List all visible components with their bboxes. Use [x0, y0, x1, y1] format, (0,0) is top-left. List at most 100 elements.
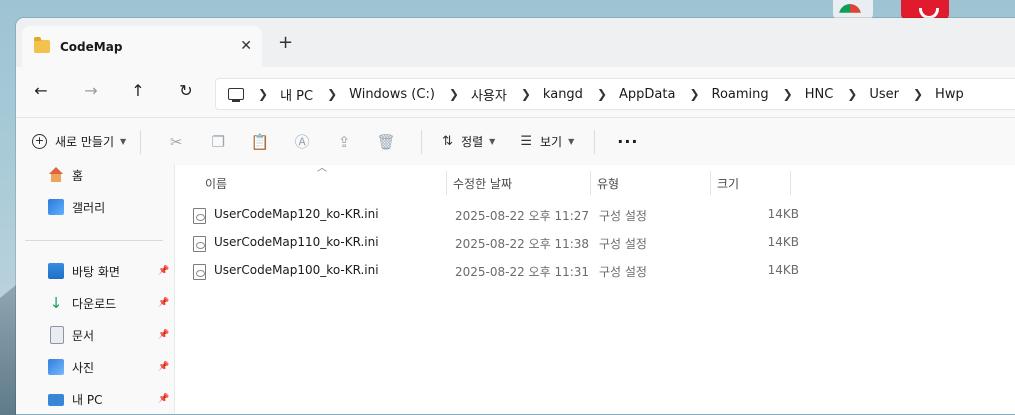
- sidebar-item-home[interactable]: 홈: [48, 165, 83, 185]
- breadcrumb-kangd[interactable]: kangd: [543, 87, 583, 102]
- cut-icon[interactable]: ✂: [165, 131, 187, 153]
- file-size: 14KB: [767, 207, 799, 221]
- column-divider[interactable]: [790, 171, 791, 195]
- toolbar-divider: [421, 129, 423, 154]
- up-button[interactable]: ↑: [128, 81, 148, 100]
- desktop-wallpaper: [0, 285, 16, 415]
- sidebar-item-label: 홈: [72, 168, 84, 183]
- column-divider[interactable]: [446, 171, 447, 195]
- refresh-button[interactable]: ↻: [176, 81, 196, 100]
- file-size: 14KB: [767, 235, 799, 249]
- column-header-date[interactable]: 수정한 날짜: [453, 175, 512, 197]
- tab-title: CodeMap: [60, 39, 123, 54]
- sidebar-item-pictures[interactable]: 사진: [48, 357, 94, 377]
- ini-file-icon: [193, 236, 206, 252]
- column-divider[interactable]: [710, 171, 711, 195]
- chevron-right-icon[interactable]: ❯: [327, 87, 337, 101]
- breadcrumb-my-pc[interactable]: 내 PC: [280, 85, 313, 104]
- file-name: UserCodeMap110_ko-KR.ini: [214, 235, 379, 249]
- sidebar-item-label: 갤러리: [72, 200, 106, 215]
- file-name: UserCodeMap100_ko-KR.ini: [214, 263, 379, 277]
- view-button[interactable]: ☰ 보기 ▼: [520, 133, 574, 150]
- computer-icon: [48, 394, 64, 406]
- pin-icon[interactable]: 📌: [158, 362, 169, 372]
- sidebar-divider: [25, 240, 163, 241]
- file-explorer-window: CodeMap ✕ + ← → ↑ ↻ ❯ 내 PC ❯ Windows (C:…: [16, 18, 1015, 414]
- sort-button[interactable]: ⇅ 정렬 ▼: [442, 133, 495, 150]
- delete-icon[interactable]: 🗑: [375, 131, 397, 153]
- sort-ascending-icon: ︿: [317, 163, 327, 174]
- desktop-chrome-icon[interactable]: [833, 0, 873, 20]
- document-icon: [50, 326, 64, 344]
- sidebar-item-desktop[interactable]: 바탕 화면: [48, 261, 120, 281]
- chevron-right-icon[interactable]: ❯: [597, 87, 607, 101]
- breadcrumb-users[interactable]: 사용자: [471, 85, 507, 104]
- breadcrumb-windows-c[interactable]: Windows (C:): [349, 87, 435, 102]
- new-tab-button[interactable]: +: [278, 32, 293, 53]
- back-button[interactable]: ←: [31, 81, 51, 100]
- chevron-down-icon: ▼: [120, 137, 127, 146]
- chevron-right-icon[interactable]: ❯: [449, 87, 459, 101]
- ini-file-icon: [193, 208, 206, 224]
- column-header-size[interactable]: 크기: [717, 175, 739, 197]
- sidebar-item-gallery[interactable]: 갤러리: [48, 197, 105, 217]
- column-header-type[interactable]: 유형: [597, 175, 619, 197]
- navigation-bar: ← → ↑ ↻ ❯ 내 PC ❯ Windows (C:) ❯ 사용자 ❯ ka…: [16, 67, 1015, 118]
- title-bar: CodeMap ✕ +: [16, 18, 1015, 67]
- chevron-right-icon[interactable]: ❯: [689, 87, 699, 101]
- pin-icon[interactable]: 📌: [158, 266, 169, 276]
- sidebar-item-label: 사진: [72, 360, 95, 375]
- sidebar-item-my-pc[interactable]: 내 PC: [48, 389, 102, 409]
- pin-icon[interactable]: 📌: [158, 394, 169, 404]
- desktop-app-icon[interactable]: [901, 0, 949, 20]
- file-list: ︿ 이름 수정한 날짜 유형 크기 UserCodeMap120_ko-KR.i…: [175, 163, 1015, 414]
- file-date: 2025-08-22 오후 11:31: [455, 265, 590, 279]
- address-bar[interactable]: ❯ 내 PC ❯ Windows (C:) ❯ 사용자 ❯ kangd ❯ Ap…: [215, 78, 1015, 110]
- forward-button[interactable]: →: [81, 81, 101, 100]
- chevron-right-icon[interactable]: ❯: [521, 87, 531, 101]
- breadcrumb-user[interactable]: User: [869, 87, 899, 102]
- computer-icon[interactable]: [228, 88, 244, 102]
- sort-icon: ⇅: [442, 134, 454, 149]
- chevron-right-icon[interactable]: ❯: [258, 87, 268, 101]
- rename-icon[interactable]: Ⓐ: [291, 131, 313, 153]
- new-item-label: 새로 만들기: [55, 135, 115, 149]
- chevron-down-icon: ▼: [568, 137, 575, 146]
- pictures-icon: [48, 359, 64, 375]
- sidebar-item-label: 바탕 화면: [72, 264, 120, 279]
- tab-codemap[interactable]: CodeMap ✕: [22, 26, 262, 67]
- breadcrumb-roaming[interactable]: Roaming: [712, 87, 769, 102]
- toolbar-divider: [140, 129, 142, 154]
- sidebar-item-downloads[interactable]: ↓ 다운로드: [48, 293, 116, 313]
- desktop-icon: [48, 263, 64, 279]
- more-options-button[interactable]: ···: [617, 132, 638, 151]
- sidebar-item-documents[interactable]: 문서: [48, 325, 94, 345]
- sort-label: 정렬: [461, 135, 484, 149]
- pin-icon[interactable]: 📌: [158, 330, 169, 340]
- file-size: 14KB: [767, 263, 799, 277]
- share-icon[interactable]: ⇪: [333, 131, 355, 153]
- chevron-right-icon[interactable]: ❯: [913, 87, 923, 101]
- column-header-name[interactable]: 이름: [205, 175, 227, 197]
- copy-icon[interactable]: ❐: [207, 131, 229, 153]
- file-row[interactable]: UserCodeMap120_ko-KR.ini 2025-08-22 오후 1…: [189, 205, 1015, 229]
- breadcrumb-hwp[interactable]: Hwp: [935, 87, 964, 102]
- toolbar-divider: [594, 129, 596, 154]
- new-item-button[interactable]: + 새로 만들기 ▼: [32, 133, 126, 150]
- file-row[interactable]: UserCodeMap100_ko-KR.ini 2025-08-22 오후 1…: [189, 261, 1015, 285]
- pin-icon[interactable]: 📌: [158, 298, 169, 308]
- content-area: 홈 갤러리 바탕 화면 📌 ↓ 다운로드 📌 문서 📌 사진 📌 내 PC 📌 …: [16, 163, 1015, 414]
- breadcrumb-appdata[interactable]: AppData: [619, 87, 675, 102]
- column-divider[interactable]: [590, 171, 591, 195]
- chevron-right-icon[interactable]: ❯: [847, 87, 857, 101]
- file-date: 2025-08-22 오후 11:38: [455, 237, 590, 251]
- home-icon: [48, 167, 64, 183]
- chevron-right-icon[interactable]: ❯: [783, 87, 793, 101]
- download-icon: ↓: [49, 294, 63, 312]
- close-tab-button[interactable]: ✕: [240, 38, 252, 54]
- file-row[interactable]: UserCodeMap110_ko-KR.ini 2025-08-22 오후 1…: [189, 233, 1015, 257]
- paste-icon[interactable]: 📋: [249, 131, 271, 153]
- file-name: UserCodeMap120_ko-KR.ini: [214, 207, 379, 221]
- breadcrumb-hnc[interactable]: HNC: [805, 87, 834, 102]
- sidebar-item-label: 문서: [72, 328, 95, 343]
